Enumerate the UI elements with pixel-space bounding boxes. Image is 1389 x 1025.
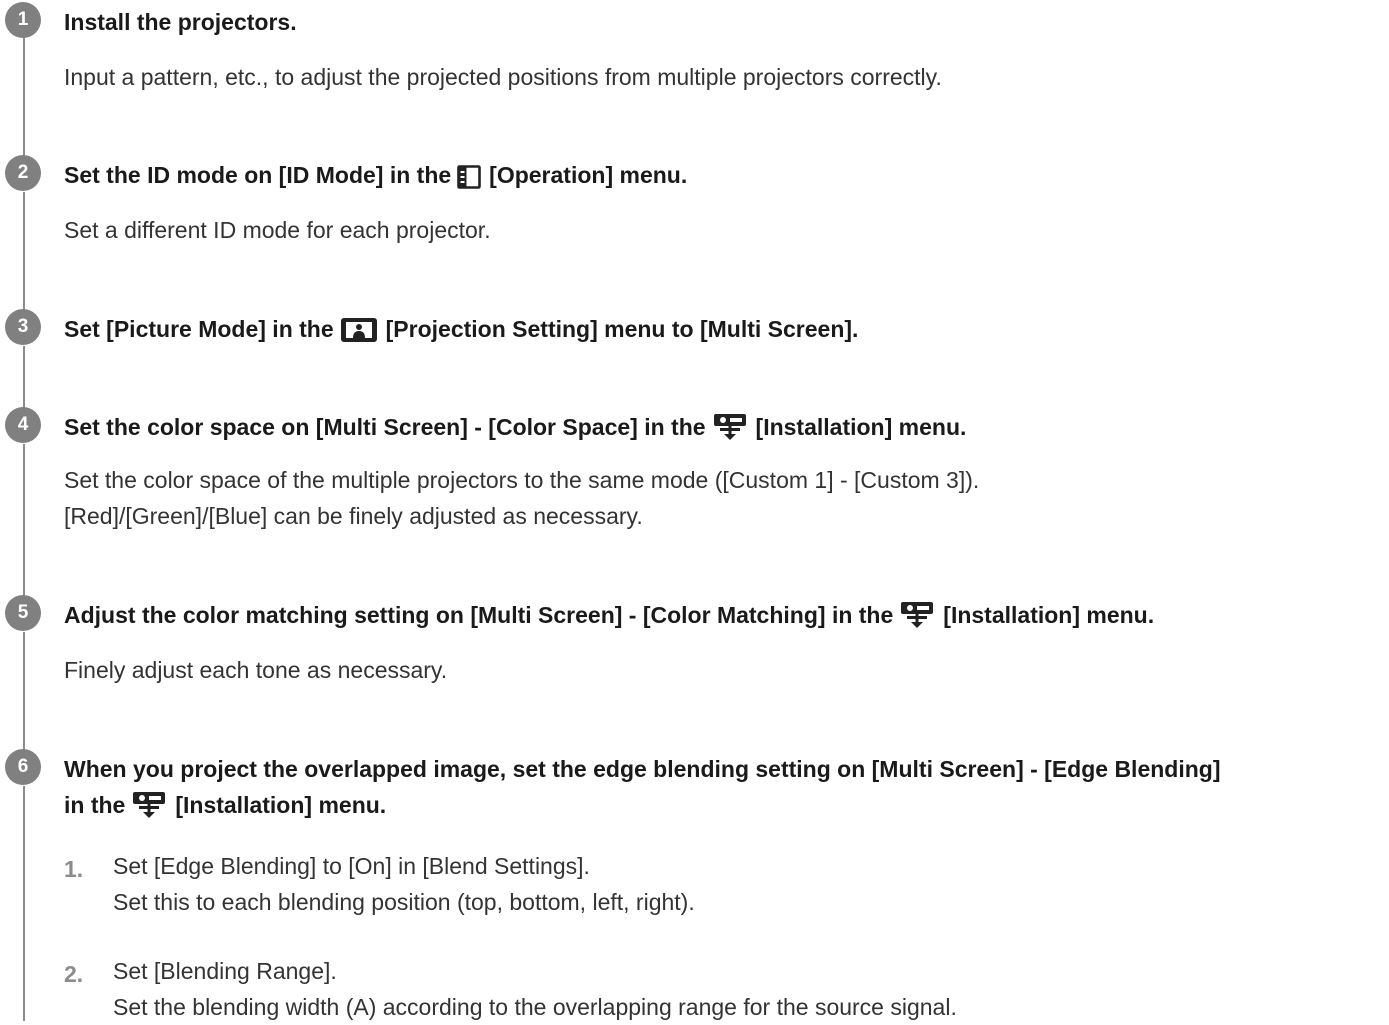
timeline-line-5 [23, 632, 25, 752]
step-title: Set [Picture Mode] in the [Projection Set… [64, 311, 1379, 353]
step-description-line-1: Set the color space of the multiple proj… [64, 467, 980, 493]
step-title-text: [Installation] menu. [755, 414, 967, 440]
step-description: Finely adjust each tone as necessary. [64, 657, 448, 683]
step-description: Set a different ID mode for each project… [64, 217, 491, 243]
step-title: Set the color space on [Multi Screen] - … [64, 409, 1379, 451]
step-number-badge: 1 [5, 2, 41, 38]
substep-text: Set [Edge Blending] to [On] in [Blend Se… [113, 848, 1379, 920]
step-number-badge: 6 [5, 749, 41, 785]
step-title-text: [Installation] menu. [943, 602, 1155, 628]
operation-menu-icon [457, 163, 481, 199]
step-title-line-1: When you project the overlapped image, s… [64, 756, 1221, 782]
step-title-text: Set the ID mode on [ID Mode] in the [64, 162, 452, 188]
step-number-badge: 2 [5, 155, 41, 191]
substep-line-1: Set [Blending Range]. [113, 958, 337, 984]
timeline-line-3 [23, 346, 25, 410]
substep-line-2: Set the blending width (A) according to … [113, 994, 957, 1020]
step-title: Adjust the color matching setting on [Mu… [64, 597, 1379, 639]
substep-line-1: Set [Edge Blending] to [On] in [Blend Se… [113, 853, 590, 879]
step-title-line-2: in the [Installation] menu. [64, 787, 1379, 829]
installation-menu-icon [899, 601, 935, 639]
substep-number: 1. [64, 856, 84, 882]
timeline-line-6 [23, 786, 25, 1021]
step-number-badge: 4 [5, 407, 41, 443]
substep-number: 2. [64, 961, 84, 987]
step-description-line-2: [Red]/[Green]/[Blue] can be finely adjus… [64, 503, 643, 529]
step-title: Set the ID mode on [ID Mode] in the [Oper… [64, 157, 1379, 199]
timeline-line-1 [23, 36, 25, 158]
step-title-text: Set [Picture Mode] in the [64, 316, 334, 342]
timeline-line-4 [23, 444, 25, 598]
step-title-text: in the [64, 792, 126, 818]
step-title: Install the projectors. [64, 9, 297, 35]
timeline-line-2 [23, 192, 25, 312]
installation-menu-icon [131, 791, 167, 829]
step-title-text: Adjust the color matching setting on [Mu… [64, 602, 894, 628]
step-number-badge: 5 [5, 595, 41, 631]
projection-setting-menu-icon [340, 317, 378, 353]
step-title-text: [Operation] menu. [489, 162, 688, 188]
step-number-badge: 3 [5, 309, 41, 345]
substep-text: Set [Blending Range]. Set the blending w… [113, 953, 1379, 1025]
step-title-text: [Installation] menu. [175, 792, 387, 818]
step-description: Input a pattern, etc., to adjust the pro… [64, 64, 942, 90]
step-title-text: Set the color space on [Multi Screen] - … [64, 414, 706, 440]
installation-menu-icon [712, 413, 748, 451]
substep-line-2: Set this to each blending position (top,… [113, 889, 695, 915]
step-title-text: [Projection Setting] menu to [Multi Scre… [385, 316, 859, 342]
